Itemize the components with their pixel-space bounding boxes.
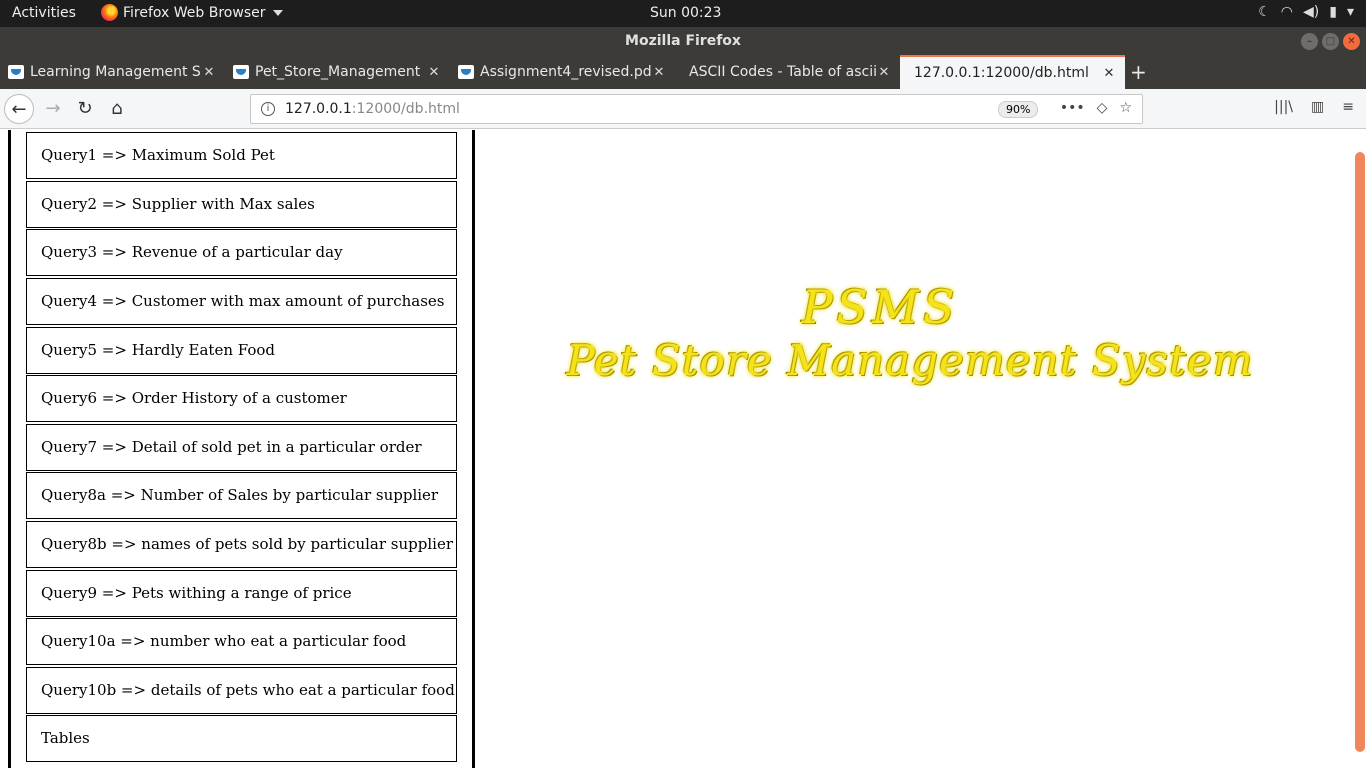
query6-button[interactable]: Query6 => Order History of a customer (26, 375, 457, 422)
query10b-button[interactable]: Query10b => details of pets who eat a pa… (26, 667, 457, 714)
pocket-icon[interactable]: ◇ (1097, 100, 1108, 116)
url-text: 127.0.0.1:12000/db.html (285, 101, 460, 117)
query1-button[interactable]: Query1 => Maximum Sold Pet (26, 132, 457, 179)
url-bar[interactable]: i 127.0.0.1:12000/db.html 90% ••• ◇ ☆ (250, 94, 1143, 124)
logo-abbreviation: PSMS (801, 280, 959, 334)
url-host: 127.0.0.1 (285, 101, 352, 117)
tab-title: Pet_Store_Management (255, 64, 421, 80)
query4-button[interactable]: Query4 => Customer with max amount of pu… (26, 278, 457, 325)
query2-button[interactable]: Query2 => Supplier with Max sales (26, 181, 457, 228)
navigation-toolbar: ← → ↻ ⌂ i 127.0.0.1:12000/db.html 90% ••… (0, 89, 1366, 129)
battery-icon: ▮ (1329, 4, 1337, 20)
library-icon[interactable]: |||\ (1274, 99, 1293, 115)
close-tab-icon[interactable]: ✕ (201, 65, 217, 80)
tab-title: ASCII Codes - Table of ascii c (689, 64, 876, 80)
activities-button[interactable]: Activities (12, 5, 76, 21)
tab-title: Learning Management Sy (30, 64, 201, 80)
close-tab-icon[interactable]: ✕ (876, 65, 892, 80)
page-actions: ••• ◇ ☆ (1060, 100, 1132, 116)
wifi-icon: ◠ (1280, 4, 1294, 20)
page-viewport: Query1 => Maximum Sold Pet Query2 => Sup… (0, 130, 1352, 768)
query7-button[interactable]: Query7 => Detail of sold pet in a partic… (26, 424, 457, 471)
hamburger-menu-icon[interactable]: ≡ (1342, 99, 1354, 115)
query8a-button[interactable]: Query8a => Number of Sales by particular… (26, 472, 457, 519)
close-tab-icon[interactable]: ✕ (1101, 66, 1117, 81)
tab-title: Assignment4_revised.pd (480, 64, 651, 80)
page-actions-menu-icon[interactable]: ••• (1060, 100, 1085, 116)
window-controls: – □ ✕ (1301, 33, 1360, 50)
tab-pet-store[interactable]: Pet_Store_Management ✕ (225, 55, 450, 89)
window-titlebar: Mozilla Firefox – □ ✕ (0, 27, 1366, 55)
site-logo: PSMS Pet Store Management System (560, 280, 1260, 385)
tab-db-html[interactable]: 127.0.0.1:12000/db.html ✕ (900, 55, 1125, 89)
lms-favicon-icon (8, 65, 24, 79)
sidebar-icon[interactable]: ▥ (1311, 99, 1324, 115)
moon-icon: ☾ (1258, 4, 1271, 20)
window-title: Mozilla Firefox (625, 33, 741, 49)
tab-assignment4[interactable]: Assignment4_revised.pd ✕ (450, 55, 675, 89)
tab-ascii-codes[interactable]: ASCII Codes - Table of ascii c ✕ (675, 55, 900, 89)
lms-favicon-icon (233, 65, 249, 79)
query8b-button[interactable]: Query8b => names of pets sold by particu… (26, 521, 457, 568)
power-menu-icon: ▾ (1346, 4, 1354, 20)
query5-button[interactable]: Query5 => Hardly Eaten Food (26, 327, 457, 374)
close-tab-icon[interactable]: ✕ (651, 65, 667, 80)
system-tray[interactable]: ☾ ◠ ◀) ▮ ▾ (1258, 4, 1354, 20)
minimize-icon[interactable]: – (1301, 33, 1318, 50)
back-icon[interactable]: ← (4, 94, 34, 124)
close-tab-icon[interactable]: ✕ (426, 65, 442, 80)
tab-learning-management[interactable]: Learning Management Sy ✕ (0, 55, 225, 89)
clock[interactable]: Sun 00:23 (650, 5, 721, 21)
new-tab-icon[interactable]: + (1130, 60, 1147, 84)
query9-button[interactable]: Query9 => Pets withing a range of price (26, 570, 457, 617)
query10a-button[interactable]: Query10a => number who eat a particular … (26, 618, 457, 665)
forward-icon[interactable]: → (38, 94, 68, 124)
scrollbar-thumb[interactable] (1355, 152, 1365, 752)
volume-icon: ◀) (1303, 4, 1320, 20)
bookmark-star-icon[interactable]: ☆ (1119, 100, 1132, 116)
zoom-indicator[interactable]: 90% (998, 101, 1039, 118)
gnome-top-bar: Activities Firefox Web Browser Sun 00:23… (0, 0, 1366, 27)
site-info-icon[interactable]: i (261, 102, 275, 116)
toolbar-right: |||\ ▥ ≡ (1274, 99, 1354, 115)
caret-down-icon (272, 9, 283, 16)
lms-favicon-icon (458, 65, 474, 79)
query3-button[interactable]: Query3 => Revenue of a particular day (26, 229, 457, 276)
logo-full-name: Pet Store Management System (566, 336, 1254, 385)
tab-strip: Learning Management Sy ✕ Pet_Store_Manag… (0, 55, 1366, 89)
maximize-icon[interactable]: □ (1322, 33, 1339, 50)
query-sidebar: Query1 => Maximum Sold Pet Query2 => Sup… (8, 130, 475, 768)
app-menu[interactable]: Firefox Web Browser (101, 4, 283, 21)
tab-title: 127.0.0.1:12000/db.html (914, 65, 1089, 81)
tables-button[interactable]: Tables (26, 715, 457, 762)
reload-icon[interactable]: ↻ (70, 94, 100, 124)
firefox-icon (101, 4, 118, 21)
home-icon[interactable]: ⌂ (102, 94, 132, 124)
close-window-icon[interactable]: ✕ (1343, 33, 1360, 50)
app-menu-label: Firefox Web Browser (123, 4, 266, 21)
url-path: :12000/db.html (351, 101, 460, 117)
vertical-scrollbar[interactable] (1352, 130, 1366, 768)
